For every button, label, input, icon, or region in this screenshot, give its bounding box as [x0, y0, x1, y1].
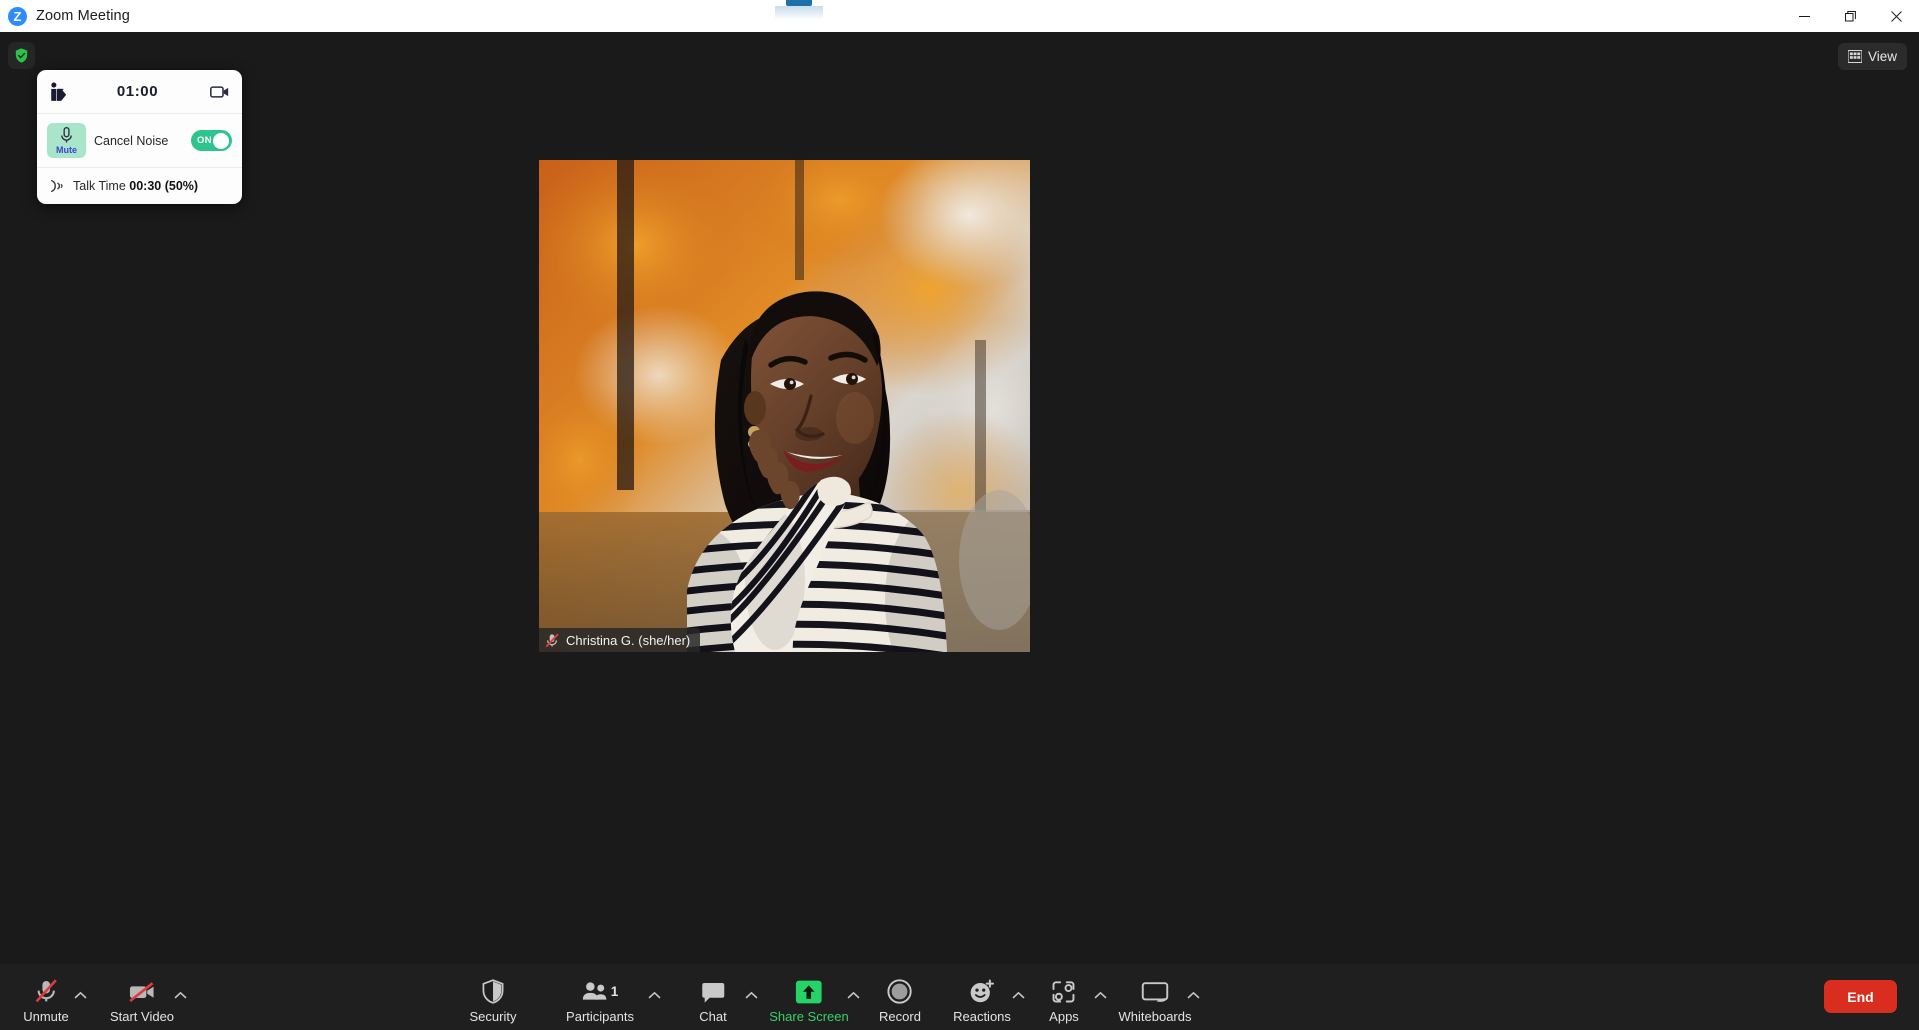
participant-name: Christina G. (she/her)	[566, 632, 691, 648]
end-meeting-button[interactable]: End	[1824, 980, 1897, 1013]
window-controls	[1781, 0, 1919, 32]
participant-video-image	[539, 160, 1030, 652]
participant-video-tile[interactable]: Christina G. (she/her)	[539, 160, 1030, 652]
toolbar-label-participants: Participants	[566, 1009, 634, 1024]
toolbar-label-chat: Chat	[699, 1009, 727, 1024]
toolbar-button-share-screen[interactable]: Share Screen	[769, 978, 849, 1024]
apps-nodes-icon	[1051, 978, 1076, 1004]
smiley-plus-icon	[969, 978, 995, 1004]
krisp-controls-row: Mute Cancel Noise ON	[37, 114, 242, 168]
reactions-options-caret-icon[interactable]	[1012, 991, 1025, 1000]
mic-muted-icon	[33, 978, 59, 1004]
toolbar-button-reactions[interactable]: Reactions	[953, 978, 1011, 1024]
whiteboard-icon	[1141, 978, 1169, 1004]
krisp-talk-time-row: Talk Time 00:30 (50%)	[37, 168, 242, 204]
microphone-icon	[61, 126, 72, 143]
toolbar-label-apps: Apps	[1049, 1009, 1079, 1024]
toolbar-button-unmute[interactable]: Unmute	[23, 978, 69, 1024]
toolbar-button-apps[interactable]: Apps	[1049, 978, 1079, 1024]
toolbar-label-share-screen: Share Screen	[769, 1009, 849, 1024]
view-button[interactable]: View	[1837, 43, 1907, 70]
video-off-icon	[128, 978, 156, 1004]
meeting-stage: View 01:00 Mute Cancel Noise ON Talk Tim…	[0, 32, 1919, 964]
record-circle-icon	[887, 978, 913, 1004]
meeting-toolbar: Unmute Start Video Security 1 Participan…	[0, 964, 1919, 1030]
view-button-label: View	[1867, 49, 1897, 64]
krisp-timer: 01:00	[116, 83, 159, 100]
window-title-bar: Zoom Meeting	[0, 0, 1919, 32]
shield-icon	[482, 978, 505, 1004]
krisp-mute-button[interactable]: Mute	[47, 123, 86, 158]
krisp-mute-label: Mute	[56, 144, 77, 155]
participants-count: 1	[610, 983, 619, 999]
krisp-toggle-state: ON	[197, 135, 213, 146]
toolbar-button-security[interactable]: Security	[469, 978, 517, 1024]
krisp-cancel-noise-label: Cancel Noise	[94, 133, 169, 148]
unmute-options-caret-icon[interactable]	[74, 991, 87, 1000]
chat-bubble-icon	[700, 978, 726, 1004]
window-title: Zoom Meeting	[36, 8, 130, 24]
close-button[interactable]	[1873, 0, 1919, 32]
toolbar-button-record[interactable]: Record	[879, 978, 921, 1024]
people-icon	[582, 982, 607, 1000]
krisp-header: 01:00	[37, 70, 242, 114]
encryption-status-badge[interactable]	[8, 42, 35, 69]
toolbar-label-record: Record	[879, 1009, 921, 1024]
krisp-widget-panel[interactable]: 01:00 Mute Cancel Noise ON Talk Time 00:…	[37, 70, 242, 204]
mic-muted-icon	[545, 632, 559, 647]
toolbar-label-security: Security	[469, 1009, 517, 1024]
krisp-noise-toggle[interactable]: ON	[191, 130, 232, 151]
toolbar-button-participants[interactable]: 1 Participants	[566, 978, 634, 1024]
participant-name-tag: Christina G. (she/her)	[539, 628, 701, 652]
window-snap-glow	[775, 6, 823, 20]
chat-options-caret-icon[interactable]	[745, 991, 758, 1000]
sound-wave-icon	[51, 179, 63, 193]
toolbar-button-chat[interactable]: Chat	[699, 978, 727, 1024]
zoom-logo-icon	[8, 6, 27, 26]
toolbar-label-reactions: Reactions	[953, 1009, 1011, 1024]
start-video-options-caret-icon[interactable]	[174, 991, 187, 1000]
camera-icon	[210, 85, 229, 98]
toggle-knob	[213, 132, 229, 149]
share-screen-options-caret-icon[interactable]	[847, 991, 860, 1000]
toolbar-button-start-video[interactable]: Start Video	[110, 978, 174, 1024]
restore-button[interactable]	[1827, 0, 1873, 32]
shield-check-icon	[15, 48, 28, 63]
krisp-talk-time-value: 00:30 (50%)	[129, 179, 199, 193]
toolbar-label-unmute: Unmute	[23, 1009, 69, 1024]
krisp-talk-time-label: Talk Time	[73, 179, 126, 193]
apps-options-caret-icon[interactable]	[1094, 991, 1107, 1000]
toolbar-button-whiteboards[interactable]: Whiteboards	[1118, 978, 1192, 1024]
krisp-logo-icon	[51, 82, 67, 101]
toolbar-label-whiteboards: Whiteboards	[1118, 1009, 1192, 1024]
share-arrow-icon	[796, 978, 823, 1004]
minimize-button[interactable]	[1781, 0, 1827, 32]
toolbar-label-start-video: Start Video	[109, 1009, 175, 1024]
whiteboards-options-caret-icon[interactable]	[1187, 991, 1200, 1000]
grid-view-icon	[1847, 50, 1862, 63]
participants-options-caret-icon[interactable]	[648, 991, 661, 1000]
